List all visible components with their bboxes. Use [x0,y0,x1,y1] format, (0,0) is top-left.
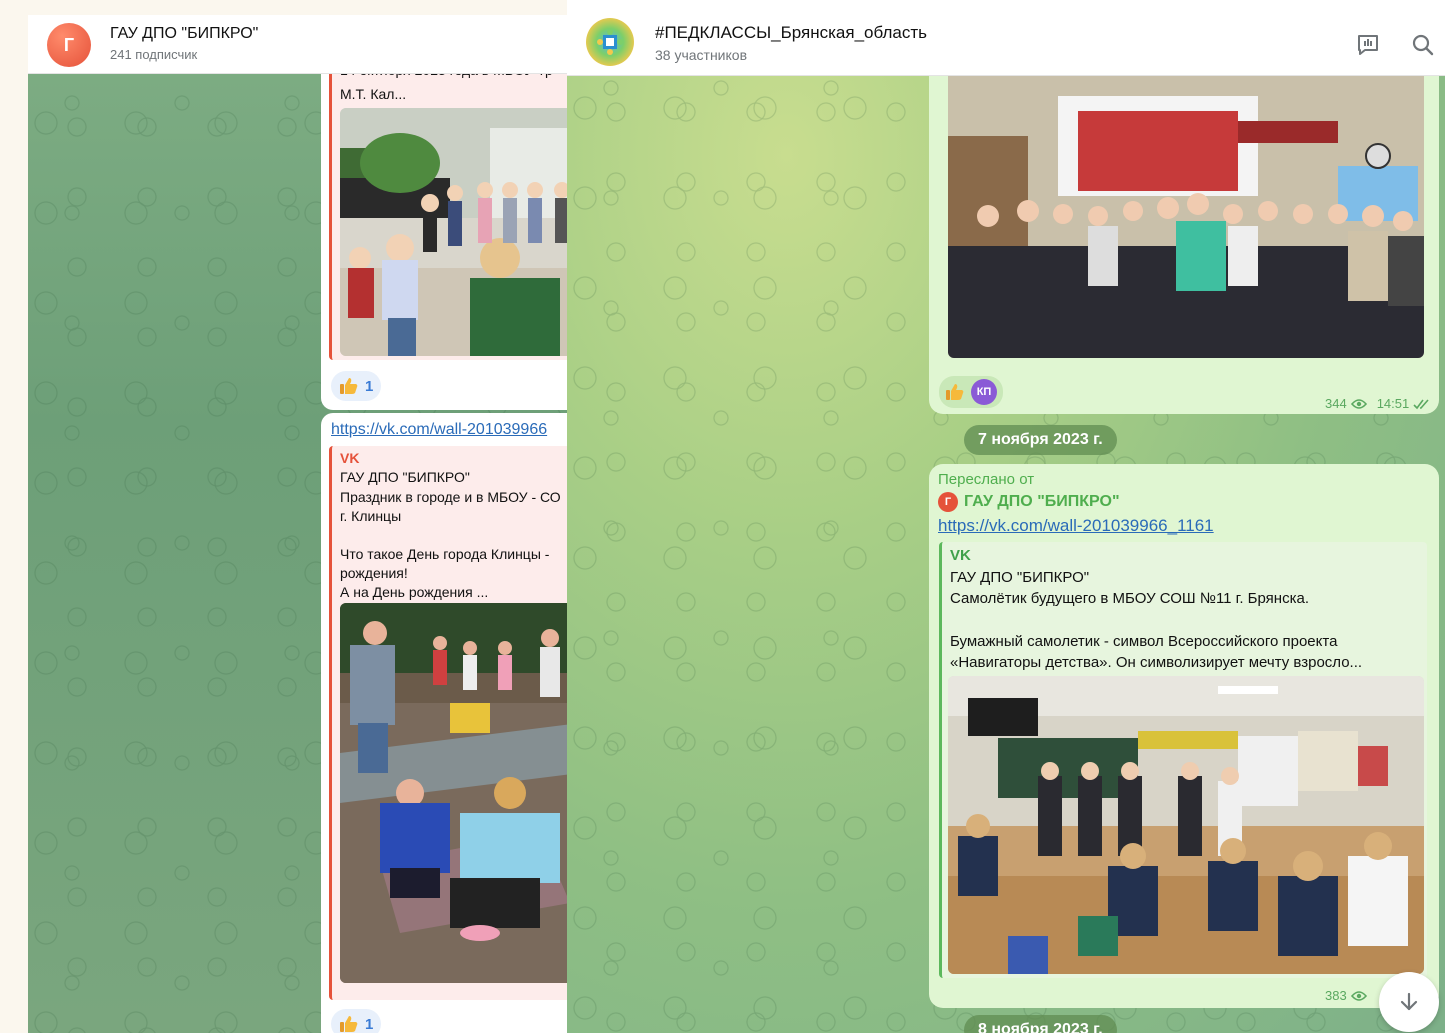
photo-image [340,108,568,356]
source-avatar: Г [938,492,958,512]
preview-site-name: VK [950,547,971,564]
reaction-count: 1 [365,1015,374,1033]
eye-icon [1350,990,1367,1001]
message-meta: 344 14:51 [1325,396,1431,411]
group-avatar[interactable] [586,18,634,66]
link-preview-quote[interactable]: VK ГАУ ДПО "БИПКРО" Самолётик будущего в… [939,542,1427,978]
chat-members: 38 участников [655,47,748,63]
forwarded-label: Переслано от [938,471,1035,488]
scroll-to-bottom-button[interactable] [1379,972,1439,1032]
chat-title: #ПЕДКЛАССЫ_Брянская_область [655,23,927,42]
message-time: 14:51 [1376,396,1410,411]
preview-snippet-line2: М.Т. Кал... [340,86,407,102]
reactor-avatar: КП [971,379,997,405]
message-link[interactable]: https://vk.com/wall-201039966_1161 [938,516,1214,536]
photo-image [948,76,1424,358]
views-count: 383 [1325,988,1347,1003]
channel-subscribers: 241 подписчик [110,47,198,62]
double-check-icon [1413,398,1429,409]
reaction-count: 1 [365,377,374,395]
preview-text-2: Бумажный самолетик - символ Всероссийско… [950,633,1363,671]
photo-image [340,603,568,983]
reaction-thumbs-up[interactable]: 1 [331,371,382,401]
right-chat-header[interactable]: #ПЕДКЛАССЫ_Брянская_область 38 участнико… [567,0,1445,76]
message-link[interactable]: https://vk.com/wall-201039966 [331,421,547,439]
message-meta: 383 [1325,988,1367,1003]
preview-text-1: Самолётик будущего в МБОУ СОШ №11 г. Бря… [950,590,1309,607]
link-preview-quote[interactable]: VK ГАУ ДПО "БИПКРО" Праздник в городе и … [329,446,568,1000]
thumbs-up-icon [340,378,358,394]
left-chat-header[interactable]: Г ГАУ ДПО "БИПКРО" 241 подписчик [28,15,568,74]
message-bubble[interactable]: Переслано от Г ГАУ ДПО "БИПКРО" https://… [929,464,1439,1008]
views-count: 344 [1325,396,1347,411]
live-stream-icon[interactable] [1355,32,1381,58]
preview-photo-children-dancing[interactable] [340,108,568,356]
arrow-down-icon [1400,992,1418,1011]
forwarded-source-name: ГАУ ДПО "БИПКРО" [964,493,1120,510]
reaction-thumbs-up[interactable]: 1 [331,1009,382,1033]
date-separator: 8 ноября 2023 г. [964,1015,1117,1033]
search-icon[interactable] [1410,32,1436,58]
forwarded-source[interactable]: Г ГАУ ДПО "БИПКРО" [938,492,1120,512]
thumbs-up-icon [946,384,964,400]
right-chat-panel: #ПЕДКЛАССЫ_Брянская_область 38 участнико… [567,0,1445,1033]
reaction-group[interactable]: КП [939,376,1003,408]
photo-image [948,676,1424,974]
preview-photo-classroom[interactable] [948,676,1424,974]
eye-icon [1350,398,1367,409]
message-photo-class-group[interactable] [948,76,1424,358]
thumbs-up-icon [340,1016,358,1032]
preview-source: ГАУ ДПО "БИПКРО" [950,569,1090,586]
message-bubble[interactable]: https://vk.com/wall-201039966 VK ГАУ ДПО… [321,413,568,1033]
preview-photo-chalk-drawing[interactable] [340,603,568,983]
preview-text-1: Праздник в городе и в МБОУ - СО г. Клинц… [340,489,561,524]
group-logo-icon [597,29,623,55]
message-bubble[interactable]: 14 октября 2023 года в МБОУ Тр М.Т. Кал.… [321,55,568,410]
left-chat-panel: Г ГАУ ДПО "БИПКРО" 241 подписчик 14 октя… [28,15,568,1033]
preview-source: ГАУ ДПО "БИПКРО" [340,469,470,485]
channel-title: ГАУ ДПО "БИПКРО" [110,25,259,42]
date-separator: 7 ноября 2023 г. [964,425,1117,455]
channel-avatar[interactable]: Г [47,23,91,67]
preview-site-name: VK [340,450,360,466]
link-preview-quote[interactable]: 14 октября 2023 года в МБОУ Тр М.Т. Кал.… [329,55,568,360]
message-bubble[interactable]: КП 344 14:51 [929,40,1439,414]
preview-text-2: Что такое День города Клинцы - рождения!… [340,546,550,600]
